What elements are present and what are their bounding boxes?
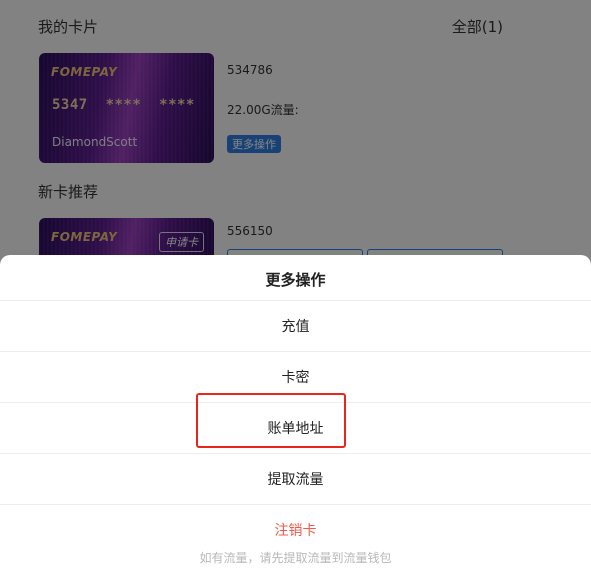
cancel-card-option[interactable]: 注销卡: [0, 504, 591, 555]
card-secret-option[interactable]: 卡密: [0, 351, 591, 402]
more-actions-sheet: 更多操作 充值 卡密 账单地址 提取流量 注销卡 如有流量，请先提取流量到流量钱…: [0, 255, 591, 576]
sheet-note: 如有流量，请先提取流量到流量钱包: [199, 551, 392, 565]
sheet-title: 更多操作: [265, 271, 326, 289]
billing-address-option[interactable]: 账单地址: [0, 402, 591, 453]
card-management-page: 我的卡片 全部(1) FOMEPAY 5347 **** **** 1337 D…: [0, 0, 591, 576]
withdraw-traffic-option[interactable]: 提取流量: [0, 453, 591, 504]
recharge-option[interactable]: 充值: [0, 300, 591, 351]
